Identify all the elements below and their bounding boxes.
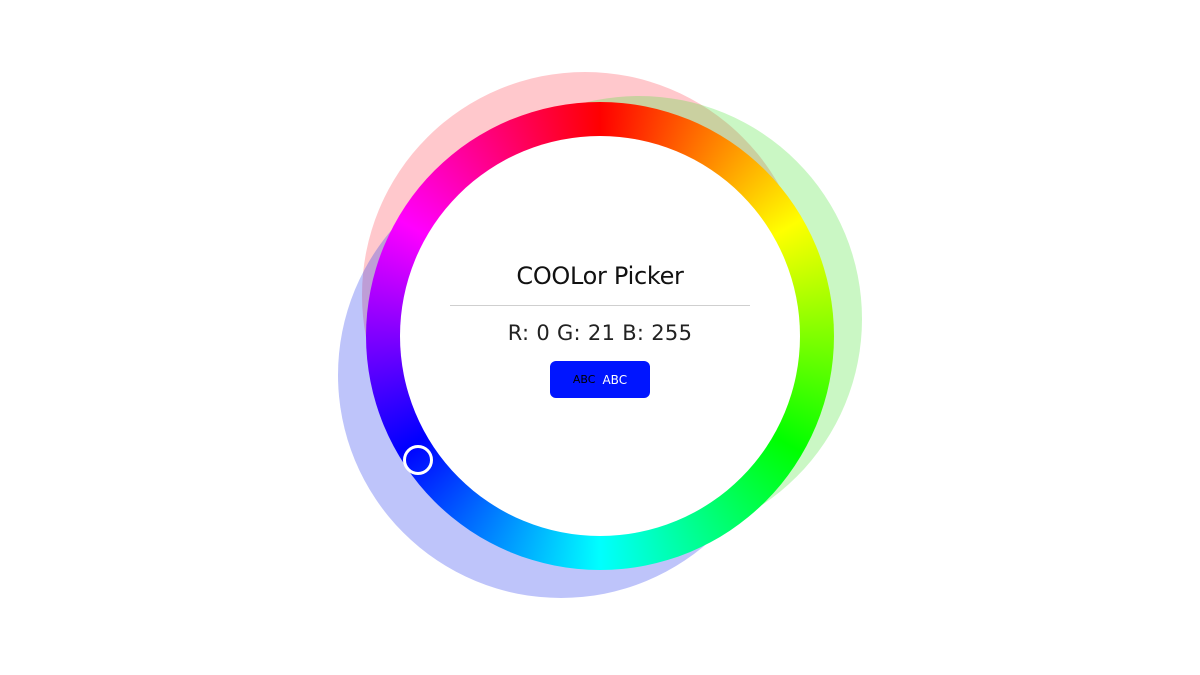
picker-title: COOLor Picker [516, 262, 684, 290]
color-picker-stage: COOLor Picker R: 0 G: 21 B: 255 ABC ABC [0, 0, 1200, 675]
color-preview-button[interactable]: ABC ABC [550, 361, 650, 398]
title-divider [450, 305, 750, 306]
rgb-readout: R: 0 G: 21 B: 255 [507, 321, 693, 345]
hue-handle[interactable] [403, 445, 433, 475]
preview-light-text: ABC [602, 372, 628, 387]
preview-dark-text: ABC [572, 373, 596, 386]
